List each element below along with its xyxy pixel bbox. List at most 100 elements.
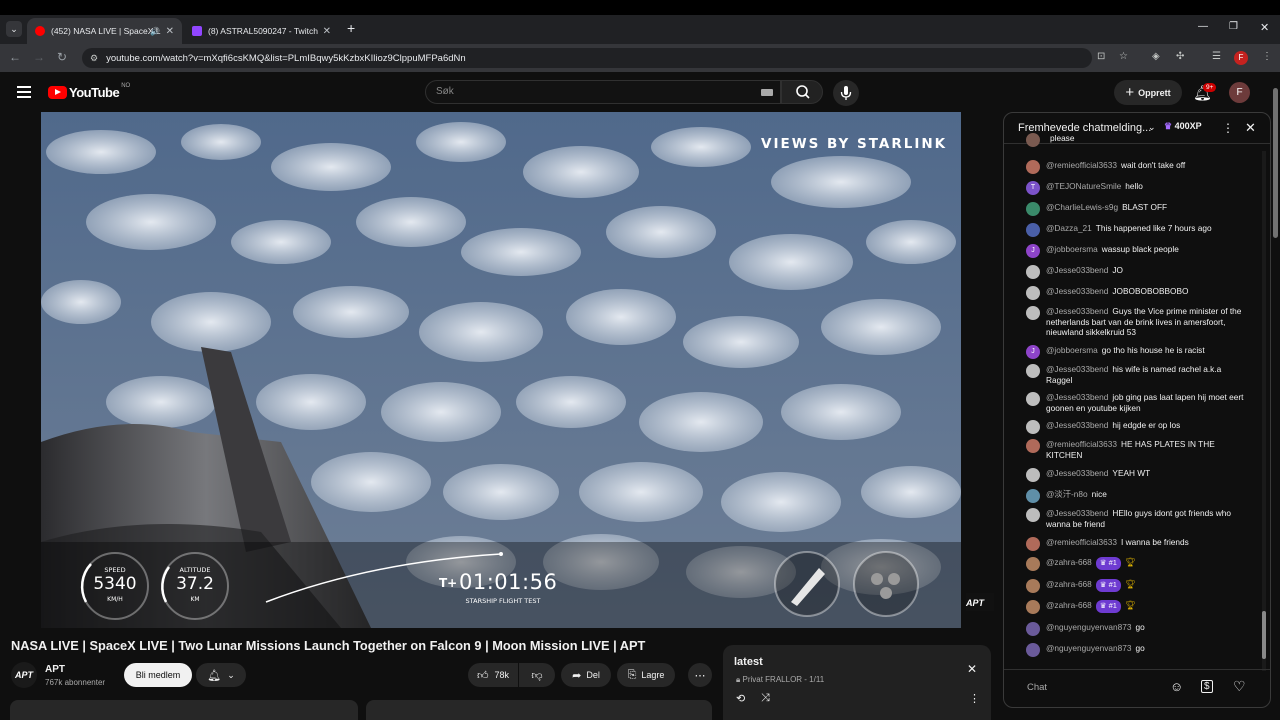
chat-author-name[interactable]: @zahra-668 [1046,600,1092,610]
chat-input[interactable]: Chat [1027,682,1047,693]
youtube-logo[interactable]: YouTube NO [48,83,130,100]
create-button[interactable]: + Opprett [1114,80,1182,105]
chat-author-avatar[interactable] [1026,579,1040,593]
chat-message[interactable]: @zahra-668 ♛ #1 🏆︎ [1026,600,1246,614]
chat-message[interactable]: @Jesse033bend YEAH WT [1026,468,1246,482]
chat-author-name[interactable]: @Jesse033bend [1046,392,1108,402]
chat-message[interactable]: @Dazza_21 This happened like 7 hours ago [1026,223,1246,237]
close-tab-icon[interactable]: ✕ [166,26,174,37]
chevron-down-icon[interactable]: ⌄ [1148,122,1156,133]
chat-message[interactable]: @nguyenguyenvan873 go [1026,643,1246,657]
playlist-menu-icon[interactable]: ⋮ [969,692,980,705]
chat-message[interactable]: @Jesse033bend job ging pas laat lapen hij… [1026,392,1246,413]
chat-author-avatar[interactable] [1026,286,1040,300]
hamburger-menu-icon[interactable] [17,86,31,98]
chat-message[interactable]: @Jesse033bend Guys the Vice prime ministe… [1026,306,1246,338]
tab-twitch[interactable]: (8) ASTRAL5090247 - Twitch ✕ [184,18,339,44]
close-chat-icon[interactable]: ✕ [1245,120,1256,136]
chat-author-name[interactable]: @Jesse033bend [1046,286,1108,296]
more-actions-button[interactable]: ⋯ [688,663,712,687]
chat-author-name[interactable]: @Jesse033bend [1046,420,1108,430]
chat-author-name[interactable]: @Jesse033bend [1046,364,1108,374]
chat-author-name[interactable]: @Dazza_21 [1046,223,1092,233]
chat-author-avatar[interactable] [1026,508,1040,522]
keyboard-icon[interactable] [761,89,773,96]
chat-author-name[interactable]: @Jesse033bend [1046,265,1108,275]
chat-message[interactable]: @nguyenguyenvan873 go [1026,622,1246,636]
chat-message[interactable]: @Jesse033bend his wife is named rachel a.… [1026,364,1246,385]
minimize-icon[interactable]: — [1198,21,1208,32]
chat-message[interactable]: @Jesse033bend hij edgde er op los [1026,420,1246,434]
chat-message[interactable]: @zahra-668 ♛ #1 🏆︎ [1026,557,1246,571]
chat-message[interactable]: please [1026,133,1246,147]
close-window-icon[interactable]: ✕ [1260,21,1269,34]
chat-author-avatar[interactable] [1026,202,1040,216]
description-box[interactable] [10,700,358,720]
like-button[interactable]: 👍︎ 78k [468,663,518,687]
chat-author-avatar[interactable] [1026,600,1040,614]
chat-message[interactable]: @remieofficial3633 wait don't take off [1026,160,1246,174]
join-button[interactable]: Bli medlem [124,663,192,687]
share-button[interactable]: ➦ Del [561,663,611,687]
chat-author-avatar[interactable] [1026,392,1040,406]
chat-message[interactable]: J @jobboersma wassup black people [1026,244,1246,258]
chat-author-name[interactable]: @Jesse033bend [1046,306,1108,316]
chat-author-avatar[interactable] [1026,622,1040,636]
chat-author-avatar[interactable] [1026,160,1040,174]
chat-author-name[interactable]: @CharlieLewis-s9g [1046,202,1118,212]
chat-author-name[interactable]: @remieofficial3633 [1046,439,1117,449]
subscribe-bell-button[interactable]: 🔔︎ ⌄ [196,663,246,687]
reload-icon[interactable]: ↻ [57,50,67,64]
chat-message[interactable]: @Jesse033bend HEllo guys idont got friend… [1026,508,1246,529]
chat-author-name[interactable]: @Jesse033bend [1046,468,1108,478]
chat-author-name[interactable]: @zahra-668 [1046,557,1092,567]
forward-icon[interactable]: → [33,50,45,64]
page-scrollbar[interactable] [1273,88,1278,238]
chat-message[interactable]: @remieofficial3633 I wanna be friends [1026,537,1246,551]
chat-message[interactable]: T @TEJONatureSmile hello [1026,181,1246,195]
dislike-button[interactable]: 👎︎ [519,663,555,687]
chat-scrollbar[interactable] [1262,151,1266,671]
channel-watermark[interactable]: APT [966,593,994,611]
chat-author-avatar[interactable] [1026,364,1040,378]
chat-author-name[interactable]: @jobboersma [1046,345,1098,355]
heart-icon[interactable]: ♡ [1233,678,1246,695]
install-app-icon[interactable]: ⊡ [1097,51,1105,62]
chat-author-avatar[interactable] [1026,265,1040,279]
channel-name[interactable]: APT [45,664,65,675]
chat-author-name[interactable]: @Jesse033bend [1046,508,1108,518]
close-playlist-icon[interactable]: ✕ [967,662,977,676]
extensions-puzzle-icon[interactable]: ✣ [1176,51,1184,62]
chat-message[interactable]: @remieofficial3633 HE HAS PLATES IN THE K… [1026,439,1246,460]
site-info-icon[interactable]: ⚙ [90,53,98,64]
account-avatar[interactable]: F [1229,82,1250,103]
browser-menu-icon[interactable]: ⋮ [1262,51,1272,62]
search-button[interactable] [781,80,823,104]
recommendation-card[interactable] [366,700,712,720]
chat-author-name[interactable]: @remieofficial3633 [1046,537,1117,547]
chat-author-name[interactable]: @淡汗-n8o [1046,489,1088,499]
chat-author-avatar[interactable] [1026,223,1040,237]
chat-author-name[interactable]: @nguyenguyenvan873 [1046,622,1131,632]
profile-avatar[interactable]: F [1234,51,1248,65]
chat-author-avatar[interactable]: J [1026,345,1040,359]
back-icon[interactable]: ← [9,50,21,64]
tab-search-button[interactable]: ⌄ [6,21,22,37]
chat-author-avatar[interactable] [1026,489,1040,503]
chat-author-avatar[interactable]: J [1026,244,1040,258]
emoji-icon[interactable]: ☺ [1170,679,1183,694]
voice-search-button[interactable] [833,80,859,106]
search-input[interactable]: Søk [425,80,781,104]
save-button[interactable]: ⎘ Lagre [617,663,675,687]
media-control-icon[interactable]: ☰ [1212,51,1221,62]
chat-author-avatar[interactable] [1026,557,1040,571]
chat-author-avatar[interactable]: T [1026,181,1040,195]
chat-message[interactable]: @Jesse033bend JO [1026,265,1246,279]
chat-message[interactable]: @Jesse033bend JOBOBOBOBBOBO [1026,286,1246,300]
xp-badge[interactable]: ♛ 400XP [1164,121,1202,132]
chat-message[interactable]: @淡汗-n8o nice [1026,489,1246,503]
chat-author-name[interactable]: @jobboersma [1046,244,1098,254]
chat-author-avatar[interactable] [1026,537,1040,551]
chat-author-avatar[interactable] [1026,133,1040,147]
chat-author-avatar[interactable] [1026,306,1040,320]
